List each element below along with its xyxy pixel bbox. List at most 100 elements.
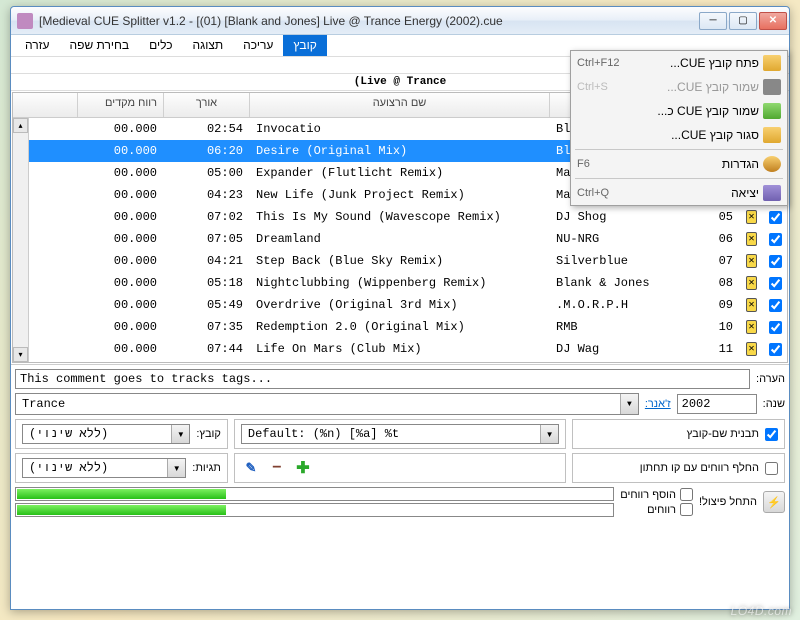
cell-pregap: 00.000 xyxy=(77,186,163,204)
close-icon xyxy=(763,127,781,143)
menu-shortcut: Ctrl+F12 xyxy=(577,57,620,69)
filename-pattern-label: תבנית שם-קובץ xyxy=(687,428,759,440)
table-row[interactable]: ✕10RMBRedemption 2.0 (Original Mix)07:35… xyxy=(13,316,787,338)
table-row[interactable]: ✕06NU-NRGDreamland07:0500.000 xyxy=(13,228,787,250)
filename-pattern-combo[interactable]: Default: (%n) [%a] %t ▼ xyxy=(241,424,559,444)
cell-pregap: 00.000 xyxy=(77,164,163,182)
th-length[interactable]: אורך xyxy=(163,93,249,117)
row-checkbox[interactable] xyxy=(769,211,782,224)
tag-tools-cell: ✎ − ✚ xyxy=(234,453,566,483)
chevron-down-icon[interactable]: ▼ xyxy=(167,459,185,477)
cell-length: 04:23 xyxy=(163,186,249,204)
menu-file[interactable]: קובץ xyxy=(283,35,326,56)
row-checkbox[interactable] xyxy=(769,299,782,312)
cell-artist: Silverblue xyxy=(549,252,701,270)
maximize-button[interactable]: ▢ xyxy=(729,12,757,30)
menu-item-label: יציאה xyxy=(617,186,759,200)
save-icon xyxy=(763,79,781,95)
table-row[interactable]: ✕08Blank & JonesNightclubbing (Wippenber… xyxy=(13,272,787,294)
minimize-button[interactable]: ─ xyxy=(699,12,727,30)
delete-icon[interactable]: ✕ xyxy=(746,254,757,268)
scroll-up-button[interactable]: ▴ xyxy=(13,118,28,133)
cell-length: 07:02 xyxy=(163,208,249,226)
row-checkbox[interactable] xyxy=(769,321,782,334)
table-row[interactable]: ✕09M.O.R.P.H.Overdrive (Original 3rd Mix… xyxy=(13,294,787,316)
cell-length: 07:44 xyxy=(163,340,249,358)
replace-spaces-checkbox[interactable] xyxy=(765,462,778,475)
delete-icon[interactable]: ✕ xyxy=(746,232,757,246)
row-checkbox[interactable] xyxy=(769,343,782,356)
cell-pregap: 00.000 xyxy=(77,296,163,314)
minus-icon[interactable]: − xyxy=(267,458,287,478)
th-title[interactable]: שם הרצועה xyxy=(249,93,549,117)
table-row[interactable]: ✕07SilverblueStep Back (Blue Sky Remix)0… xyxy=(13,250,787,272)
file-combo[interactable]: (ללא שינוי) ▼ xyxy=(22,424,190,444)
year-input[interactable] xyxy=(677,394,757,414)
progress-bar-1 xyxy=(15,487,614,501)
scroll-down-button[interactable]: ▾ xyxy=(13,347,28,362)
menu-item[interactable]: הגדרותF6 xyxy=(571,152,787,176)
row-delete-cell: ✕ xyxy=(739,318,763,336)
menu-language[interactable]: בחירת שפה xyxy=(60,35,140,56)
cell-title: Step Back (Blue Sky Remix) xyxy=(249,252,549,270)
watermark: LO4D.com xyxy=(731,604,792,618)
row-checkbox-cell xyxy=(763,231,787,248)
cell-pregap: 00.000 xyxy=(77,230,163,248)
split-button[interactable]: ⚡ xyxy=(763,491,785,513)
comment-input[interactable] xyxy=(15,369,750,389)
gaps-checkbox[interactable] xyxy=(680,503,693,516)
tags-combo[interactable]: (ללא שינוי) ▼ xyxy=(22,458,186,478)
cell-title: Overdrive (Original 3rd Mix) xyxy=(249,296,549,314)
menu-item[interactable]: סגור קובץ CUE... xyxy=(571,123,787,147)
th-pregap[interactable]: רווח מקדים xyxy=(77,93,163,117)
menu-edit[interactable]: עריכה xyxy=(233,35,283,56)
menu-item[interactable]: שמור קובץ CUE כ... xyxy=(571,99,787,123)
cell-pregap: 00.000 xyxy=(77,340,163,358)
tags-combo-cell: תגיות: (ללא שינוי) ▼ xyxy=(15,453,228,483)
delete-icon[interactable]: ✕ xyxy=(746,298,757,312)
vertical-scrollbar[interactable]: ▴ ▾ xyxy=(13,118,29,362)
menu-separator xyxy=(575,178,783,179)
add-gaps-label: הוסף רווחים xyxy=(620,489,676,501)
chevron-down-icon[interactable]: ▼ xyxy=(171,425,189,443)
row-checkbox-cell xyxy=(763,253,787,270)
genre-label[interactable]: ז'אנר: xyxy=(645,398,671,410)
menu-item-label: סגור קובץ CUE... xyxy=(585,128,759,142)
cell-title: Redemption 2.0 (Original Mix) xyxy=(249,318,549,336)
menu-item[interactable]: פתח קובץ CUE...Ctrl+F12 xyxy=(571,51,787,75)
gaps-label: רווחים xyxy=(647,504,676,516)
edit-icon[interactable]: ✎ xyxy=(241,458,261,478)
table-row[interactable]: ✕11DJ WagLife On Mars (Club Mix)07:4400.… xyxy=(13,338,787,360)
chevron-down-icon[interactable]: ▼ xyxy=(620,394,638,414)
cell-artist: NU-NRG xyxy=(549,230,701,248)
cell-pregap: 00.000 xyxy=(77,142,163,160)
row-checkbox[interactable] xyxy=(769,255,782,268)
row-checkbox-cell xyxy=(763,275,787,292)
cell-title: Dreamland xyxy=(249,230,549,248)
row-checkbox[interactable] xyxy=(769,233,782,246)
plus-icon[interactable]: ✚ xyxy=(293,458,313,478)
cell-length: 05:00 xyxy=(163,164,249,182)
add-gaps-checkbox[interactable] xyxy=(680,488,693,501)
genre-combo[interactable]: Trance ▼ xyxy=(15,393,639,415)
filename-pattern-checkbox[interactable] xyxy=(765,428,778,441)
delete-icon[interactable]: ✕ xyxy=(746,342,757,356)
file-combo-cell: קובץ: (ללא שינוי) ▼ xyxy=(15,419,228,449)
menu-item[interactable]: יציאהCtrl+Q xyxy=(571,181,787,205)
progress-bar-2 xyxy=(15,503,614,517)
delete-icon[interactable]: ✕ xyxy=(746,276,757,290)
menu-help[interactable]: עזרה xyxy=(15,35,60,56)
cell-length: 02:54 xyxy=(163,120,249,138)
row-checkbox[interactable] xyxy=(769,277,782,290)
cell-artist: DJ Shog xyxy=(549,208,701,226)
chevron-down-icon[interactable]: ▼ xyxy=(540,425,558,443)
menu-tools[interactable]: כלים xyxy=(139,35,182,56)
menu-view[interactable]: תצוגה xyxy=(183,35,234,56)
file-combo-value: (ללא שינוי) xyxy=(23,425,171,443)
table-row[interactable]: ✕05DJ ShogThis Is My Sound (Wavescope Re… xyxy=(13,206,787,228)
cell-title: This Is My Sound (Wavescope Remix) xyxy=(249,208,549,226)
cell-artist: M.O.R.P.H. xyxy=(549,296,701,314)
delete-icon[interactable]: ✕ xyxy=(746,210,757,224)
close-button[interactable]: ✕ xyxy=(759,12,787,30)
delete-icon[interactable]: ✕ xyxy=(746,320,757,334)
